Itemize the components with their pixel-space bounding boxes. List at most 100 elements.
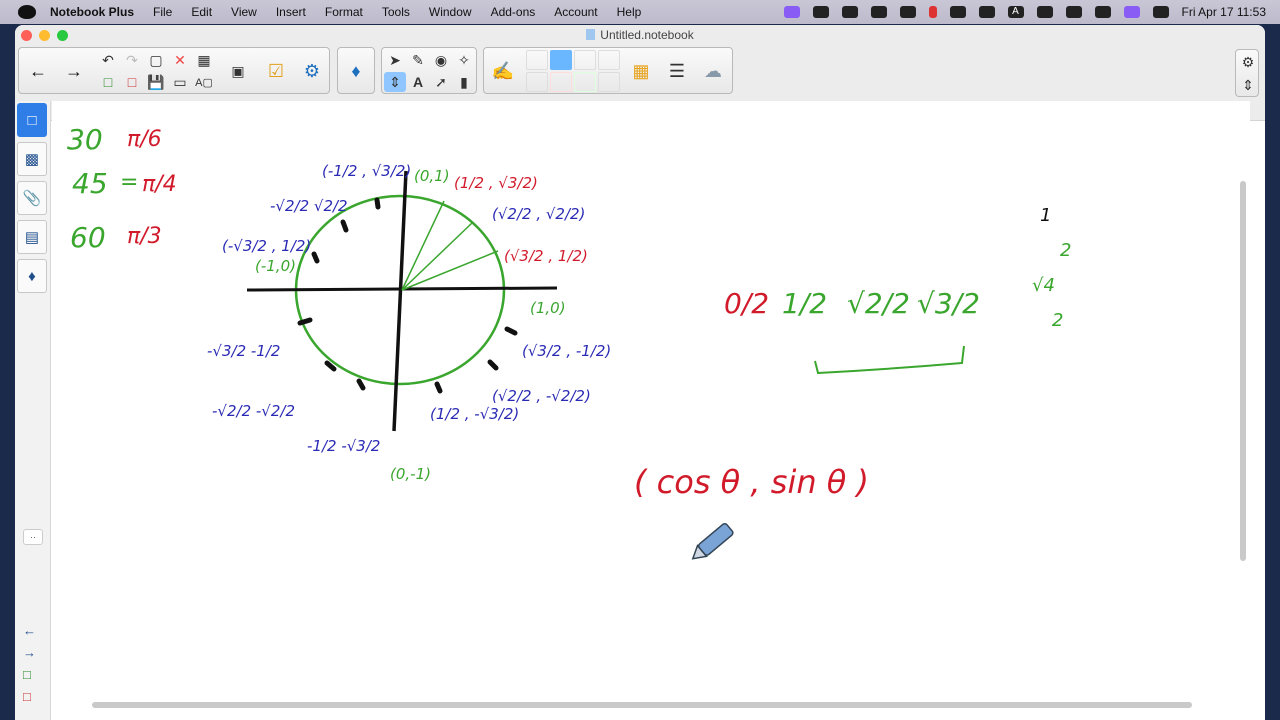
delete-page-icon[interactable]: □ [121, 72, 143, 92]
add-page-icon[interactable]: □ [23, 667, 31, 682]
color-grid-icon[interactable]: ▦ [626, 51, 656, 91]
line-style-7[interactable] [574, 72, 596, 92]
move-toolbar-icon[interactable]: ⇕ [1237, 75, 1259, 95]
sidebar: □ ▩ 📎 ▤ ♦ ·· ← → □ □ [15, 101, 51, 720]
label-210: -√3/2 -1/2 [207, 342, 280, 360]
menu-addons[interactable]: Add-ons [491, 5, 536, 19]
page-sorter-tab-icon[interactable]: □ [17, 103, 47, 137]
line-style-6[interactable] [550, 72, 572, 92]
label-120: (-1/2 , √3/2) [322, 162, 411, 180]
bluetooth-icon[interactable] [949, 6, 966, 18]
add-page-icon[interactable]: □ [97, 72, 119, 92]
line-style-4[interactable] [598, 50, 620, 70]
text-input-icon[interactable]: A [1007, 6, 1024, 18]
text-pen-icon[interactable]: ⇕ [384, 72, 406, 92]
siri-icon[interactable] [1123, 6, 1140, 18]
line-style-5[interactable] [526, 72, 548, 92]
text-icon[interactable]: A [407, 72, 429, 92]
battery-red-icon[interactable] [928, 6, 937, 18]
horizontal-scrollbar[interactable] [92, 702, 1192, 708]
eraser-icon[interactable]: ▮ [453, 72, 475, 92]
pen-icon[interactable]: ✎ [407, 50, 429, 70]
menu-file[interactable]: File [153, 5, 172, 19]
undo-icon[interactable]: ↶ [97, 50, 119, 70]
menu-edit[interactable]: Edit [191, 5, 212, 19]
table-icon[interactable]: ▦ [193, 50, 215, 70]
fill-effect-icon[interactable]: ☁ [698, 51, 728, 91]
menu-insert[interactable]: Insert [276, 5, 306, 19]
label-90: (0,1) [414, 167, 450, 185]
side-note-1: 1 [1040, 205, 1051, 226]
fraction-2: √2/2 [847, 287, 910, 320]
gear-icon[interactable]: ⚙ [1237, 52, 1259, 72]
label-0: (1,0) [530, 299, 566, 317]
wifi-icon[interactable] [1065, 6, 1082, 18]
menu-clock[interactable]: Fri Apr 17 11:53 [1182, 5, 1267, 19]
activity-icon[interactable]: ☑ [261, 51, 291, 91]
window-title: Untitled.notebook [600, 28, 694, 42]
response-icon[interactable]: ⚙ [297, 51, 327, 91]
label-270: (0,-1) [390, 465, 431, 483]
redo-icon[interactable]: ↷ [121, 50, 143, 70]
side-note-4: 2 [1052, 310, 1063, 331]
collapse-sidebar-button[interactable]: ·· [23, 529, 43, 545]
sparkle-icon[interactable] [899, 6, 916, 18]
volume-icon[interactable] [978, 6, 995, 18]
fill-icon[interactable]: ◉ [430, 50, 452, 70]
menu-format[interactable]: Format [325, 5, 363, 19]
document-camera-icon[interactable]: ▣ [223, 51, 253, 91]
cos-sin-formula: ( cos θ , sin θ ) [634, 463, 869, 501]
forward-arrow-icon[interactable]: → [59, 51, 89, 91]
menu-view[interactable]: View [231, 5, 257, 19]
line-style-1[interactable] [526, 50, 548, 70]
line-width-icon[interactable]: ☰ [662, 51, 692, 91]
puzzle-icon[interactable]: ♦ [341, 51, 371, 91]
select-arrow-icon[interactable]: ➤ [384, 50, 406, 70]
line-icon[interactable]: ➚ [430, 72, 452, 92]
fraction-row: 0/2 1/2 √2/2 √3/2 [724, 287, 980, 320]
menu-app-name[interactable]: Notebook Plus [50, 5, 134, 19]
save-icon[interactable]: 💾 [145, 72, 167, 92]
next-page-icon[interactable]: → [23, 645, 36, 660]
control-center-icon[interactable] [1152, 6, 1169, 18]
close-window-button[interactable] [21, 30, 32, 41]
attachments-tab-icon[interactable]: 📎 [17, 181, 47, 215]
tray-icon[interactable] [812, 6, 829, 18]
tools-group: ➤ ✎ ◉ ✧ ⇕ A ➚ ▮ [381, 47, 477, 94]
vertical-scrollbar[interactable] [1240, 181, 1246, 561]
apple-menu-icon[interactable] [18, 5, 36, 19]
gallery-tab-icon[interactable]: ▩ [17, 142, 47, 176]
minimize-window-button[interactable] [39, 30, 50, 41]
magic-pen-icon[interactable]: ✧ [453, 50, 475, 70]
pen-type-icon[interactable]: ✍ [488, 51, 518, 91]
notebook-canvas[interactable]: 30 π/6 45 = π/4 60 π/3 (-1/2 , √3/2) (0,… [52, 101, 1250, 710]
rad-60: π/3 [127, 224, 162, 249]
previous-page-icon[interactable]: ← [23, 623, 36, 638]
app-window: Untitled.notebook ← → ↶ ↷ ▢ ✕ ▦ □ □ 💾 ▭ … [15, 25, 1265, 720]
back-arrow-icon[interactable]: ← [23, 51, 53, 91]
user-icon[interactable] [1094, 6, 1111, 18]
display-icon[interactable]: ▭ [169, 72, 191, 92]
line-style-8[interactable] [598, 72, 620, 92]
delete-page-icon[interactable]: □ [23, 689, 31, 704]
right-toolbar: ⚙ ⇕ [1235, 49, 1259, 97]
spellcheck-icon[interactable]: A▢ [193, 72, 215, 92]
menu-account[interactable]: Account [554, 5, 597, 19]
menu-tools[interactable]: Tools [382, 5, 410, 19]
cloud-icon[interactable] [841, 6, 858, 18]
delete-icon[interactable]: ✕ [169, 50, 191, 70]
cast-icon[interactable] [870, 6, 887, 18]
toolbar-main-group: ← → ↶ ↷ ▢ ✕ ▦ □ □ 💾 ▭ A▢ ▣ ☑ ⚙ [18, 47, 330, 94]
zoom-window-button[interactable] [57, 30, 68, 41]
line-style-3[interactable] [574, 50, 596, 70]
properties-tab-icon[interactable]: ▤ [17, 220, 47, 254]
menu-help[interactable]: Help [617, 5, 642, 19]
addons-tab-icon[interactable]: ♦ [17, 259, 47, 293]
deg-45: 45 [72, 167, 108, 200]
label-240: -1/2 -√3/2 [307, 437, 380, 455]
menu-window[interactable]: Window [429, 5, 472, 19]
screen-record-icon[interactable] [783, 6, 800, 18]
battery-icon[interactable] [1036, 6, 1053, 18]
screen-icon[interactable]: ▢ [145, 50, 167, 70]
line-style-2[interactable] [550, 50, 572, 70]
